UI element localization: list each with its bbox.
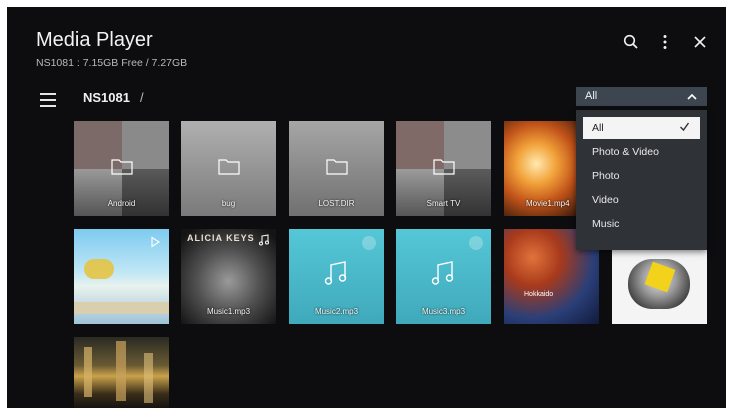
filter-option-music[interactable]: Music (583, 213, 700, 235)
option-label: Photo & Video (592, 146, 659, 158)
breadcrumb-device[interactable]: NS1081 (83, 90, 130, 105)
app-title: Media Player (36, 29, 153, 51)
music-note-icon (324, 261, 347, 285)
folder-icon (218, 159, 240, 175)
option-label: Music (592, 218, 620, 230)
tile-label: LOST.DIR (318, 199, 355, 208)
play-badge-icon (151, 236, 161, 248)
filter-dropdown-menu: All Photo & Video Photo Video Music (576, 110, 707, 250)
photo-tile-beach[interactable] (74, 229, 169, 324)
music-tile-music1[interactable]: ALICIA KEYS Music1.mp3 (181, 229, 276, 324)
photo-watermark: Hokkaido (524, 291, 554, 298)
tile-label: Music2.mp3 (314, 307, 359, 316)
check-icon (680, 122, 690, 132)
option-label: Video (592, 194, 619, 206)
filter-option-video[interactable]: Video (583, 189, 700, 211)
filter-selected-value: All (585, 90, 598, 102)
photo-tile-city-night[interactable] (74, 337, 169, 408)
music-badge-icon (362, 236, 376, 250)
hamburger-menu-icon[interactable] (40, 93, 56, 107)
tile-label: bug (221, 199, 236, 208)
filter-option-all[interactable]: All (583, 117, 700, 139)
option-label: Photo (592, 170, 620, 182)
search-icon[interactable] (620, 31, 642, 53)
music-note-icon (259, 234, 269, 246)
folder-icon (326, 159, 348, 175)
folder-tile-smart-tv[interactable]: Smart TV (396, 121, 491, 216)
filter-select[interactable]: All (576, 87, 707, 106)
chevron-up-icon (687, 93, 697, 100)
folder-icon (433, 159, 455, 175)
tile-label: Music1.mp3 (206, 307, 251, 316)
media-player-screen: Media Player NS1081 : 7.15GB Free / 7.27… (7, 7, 726, 408)
album-art-text: ALICIA KEYS (187, 233, 255, 243)
more-options-icon[interactable] (654, 31, 676, 53)
option-label: All (592, 122, 604, 134)
tile-label: Android (107, 199, 136, 208)
folder-tile-android[interactable]: Android (74, 121, 169, 216)
music-tile-music2[interactable]: Music2.mp3 (289, 229, 384, 324)
filter-option-photo[interactable]: Photo (583, 165, 700, 187)
folder-tile-bug[interactable]: bug (181, 121, 276, 216)
breadcrumb-separator: / (140, 90, 144, 105)
close-icon[interactable] (689, 31, 711, 53)
tile-label: Movie1.mp4 (526, 199, 570, 208)
video-tile-movie1[interactable]: Movie1.mp4 (504, 121, 576, 216)
folder-icon (111, 159, 133, 175)
storage-info: NS1081 : 7.15GB Free / 7.27GB (36, 57, 188, 69)
tile-label: Smart TV (426, 199, 461, 208)
filter-option-photo-video[interactable]: Photo & Video (583, 141, 700, 163)
music-tile-music3[interactable]: Music3.mp3 (396, 229, 491, 324)
tile-label: Music3.mp3 (421, 307, 466, 316)
music-note-icon (431, 261, 454, 285)
folder-tile-lost-dir[interactable]: LOST.DIR (289, 121, 384, 216)
music-badge-icon (469, 236, 483, 250)
